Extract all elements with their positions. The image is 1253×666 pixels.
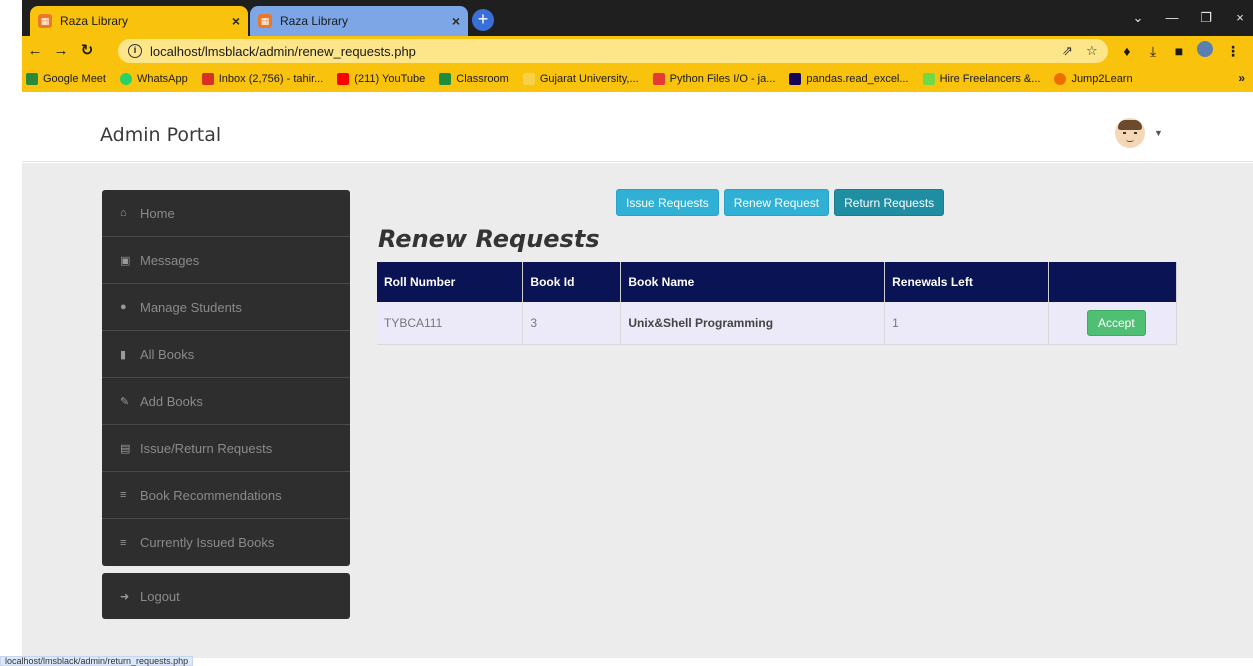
whatsapp-icon	[119, 73, 132, 85]
bookmark-pandas[interactable]: pandas.read_excel...	[789, 73, 909, 85]
tab-raza-library[interactable]: ▦ Raza Library ×	[250, 6, 468, 36]
column-header-renewals-left: Renewals Left	[884, 262, 1049, 302]
list-icon: ▤	[120, 442, 131, 455]
browser-chrome: ▦ Raza Library × ▦ Raza Library × + ⌄ — …	[22, 0, 1253, 92]
tab-title: Raza Library	[60, 14, 129, 28]
reload-icon[interactable]: ↻	[76, 41, 98, 61]
sidebar-item-manage-students[interactable]: ● Manage Students	[102, 284, 350, 331]
inbox-icon: ▣	[120, 254, 131, 267]
bookmark-star-icon[interactable]: ☆	[1086, 43, 1098, 59]
brand-title[interactable]: Admin Portal	[100, 124, 221, 146]
bookmark-google-meet[interactable]: Google Meet	[26, 73, 106, 85]
table-row: TYBCA111 3 Unix&Shell Programming 1 Acce…	[377, 302, 1177, 345]
sidebar-item-all-books[interactable]: ▮ All Books	[102, 331, 350, 378]
renew-request-button[interactable]: Renew Request	[723, 189, 830, 216]
site-favicon-icon: ▦	[38, 14, 52, 28]
site-info-icon[interactable]: i	[128, 44, 142, 58]
column-header-roll-number: Roll Number	[377, 262, 524, 302]
admin-avatar[interactable]	[1115, 118, 1145, 148]
site-favicon-icon: ▦	[258, 14, 272, 28]
gmail-icon	[201, 73, 214, 85]
cell-book-name: Unix&Shell Programming	[620, 302, 886, 345]
column-header-book-name: Book Name	[620, 262, 886, 302]
status-bar-url: localhost/lmsblack/admin/return_requests…	[0, 656, 194, 666]
column-header-action	[1048, 262, 1177, 302]
share-icon[interactable]: ⇗	[1062, 43, 1073, 59]
screen: ▦ Raza Library × ▦ Raza Library × + ⌄ — …	[0, 0, 1253, 666]
bookmark-gujarat-university[interactable]: Gujarat University,...	[522, 73, 639, 85]
left-margin	[0, 0, 22, 666]
tab-strip: ▦ Raza Library × ▦ Raza Library × + ⌄ — …	[22, 0, 1253, 36]
sidebar-item-book-recommendations[interactable]: ≡ Book Recommendations	[102, 472, 350, 519]
pandas-icon	[789, 73, 802, 85]
tab-raza-library-active[interactable]: ▦ Raza Library ×	[30, 6, 248, 36]
return-requests-button[interactable]: Return Requests	[834, 189, 945, 216]
sidebar-item-messages[interactable]: ▣ Messages	[102, 237, 350, 284]
tab-search-icon[interactable]: ⌄	[1122, 6, 1154, 30]
cell-renewals-left: 1	[884, 302, 1049, 345]
python-icon	[652, 73, 665, 85]
download-icon[interactable]: ⤓	[1142, 41, 1164, 61]
table-header-row: Roll Number Book Id Book Name Renewals L…	[377, 262, 1177, 302]
youtube-icon	[337, 73, 350, 85]
bookmark-freelancer[interactable]: Hire Freelancers &...	[922, 73, 1040, 85]
extensions-puzzle-icon[interactable]: ♦	[1116, 41, 1138, 61]
browser-menu-icon[interactable]: ⋮	[1222, 41, 1244, 61]
cell-action: Accept	[1048, 302, 1177, 345]
bookmark-gmail[interactable]: Inbox (2,756) - tahir...	[201, 73, 323, 85]
logout-icon: ➜	[120, 590, 130, 603]
classroom-icon	[439, 73, 452, 85]
renew-requests-table: Roll Number Book Id Book Name Renewals L…	[377, 262, 1177, 345]
back-icon[interactable]: ←	[24, 41, 46, 61]
bookmark-python-files[interactable]: Python Files I/O - ja...	[652, 73, 775, 85]
university-icon	[522, 73, 535, 85]
restore-icon[interactable]: ❐	[1190, 6, 1222, 30]
sidebar-item-currently-issued-books[interactable]: ≡ Currently Issued Books	[102, 519, 350, 566]
profile-avatar-icon[interactable]	[1194, 41, 1216, 61]
bookmarks-bar: Google Meet WhatsApp Inbox (2,756) - tah…	[22, 66, 1253, 92]
home-icon: ⌂	[120, 207, 127, 219]
list-icon: ≡	[120, 536, 127, 549]
list-icon: ≡	[120, 489, 127, 501]
forward-icon[interactable]: →	[50, 41, 72, 61]
logout-button[interactable]: ➜ Logout	[102, 573, 350, 619]
cell-book-id: 3	[522, 302, 622, 345]
request-type-nav: Issue Requests Renew Request Return Requ…	[616, 189, 949, 216]
meet-icon	[26, 73, 38, 85]
close-tab-icon[interactable]: ×	[452, 13, 460, 29]
tab-title: Raza Library	[280, 14, 349, 28]
sidebar-item-add-books[interactable]: ✎ Add Books	[102, 378, 350, 425]
page-title: Renew Requests	[378, 225, 600, 253]
sidebar-item-home[interactable]: ⌂ Home	[102, 190, 350, 237]
bookmark-jump2learn[interactable]: Jump2Learn	[1054, 73, 1133, 85]
cell-roll-number: TYBCA111	[377, 302, 524, 345]
column-header-book-id: Book Id	[522, 262, 622, 302]
address-row: ← → ↻ i localhost/lmsblack/admin/renew_r…	[22, 36, 1253, 66]
bookmark-classroom[interactable]: Classroom	[439, 73, 509, 85]
top-navbar: Admin Portal ▼	[22, 92, 1253, 162]
bookmark-youtube[interactable]: (211) YouTube	[337, 73, 425, 85]
content-area: ⌂ Home ▣ Messages ● Manage Students ▮ All Bo…	[22, 163, 1253, 658]
book-icon: ▮	[120, 348, 127, 361]
issue-requests-button[interactable]: Issue Requests	[616, 189, 719, 216]
bookmark-whatsapp[interactable]: WhatsApp	[119, 73, 188, 85]
accept-button[interactable]: Accept	[1087, 309, 1146, 336]
new-tab-button[interactable]: +	[472, 9, 494, 31]
jump2learn-icon	[1054, 73, 1067, 85]
user-icon: ●	[120, 301, 127, 313]
side-panel-icon[interactable]: ■	[1168, 41, 1190, 61]
admin-page: Admin Portal ▼ ⌂ Home ▣ Messages ● Manage S…	[22, 92, 1253, 666]
close-window-icon[interactable]: ×	[1224, 6, 1253, 30]
more-bookmarks-icon[interactable]: »	[1238, 71, 1245, 85]
address-bar[interactable]: i localhost/lmsblack/admin/renew_request…	[118, 39, 1108, 63]
close-tab-icon[interactable]: ×	[232, 13, 240, 29]
freelancer-icon	[922, 73, 935, 85]
sidebar: ⌂ Home ▣ Messages ● Manage Students ▮ All Bo…	[102, 190, 350, 566]
url-text: localhost/lmsblack/admin/renew_requests.…	[150, 43, 416, 59]
edit-icon: ✎	[120, 395, 130, 408]
minimize-icon[interactable]: —	[1156, 6, 1188, 30]
caret-down-icon[interactable]: ▼	[1154, 128, 1163, 138]
sidebar-item-issue-return-requests[interactable]: ▤ Issue/Return Requests	[102, 425, 350, 472]
